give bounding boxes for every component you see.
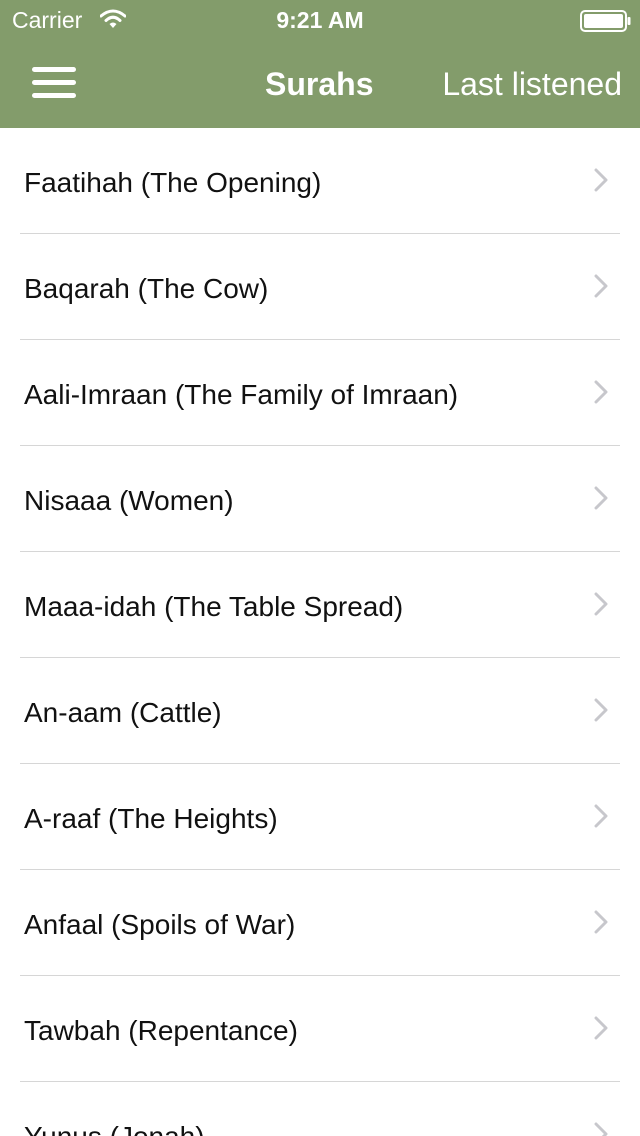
chevron-right-icon: [594, 804, 608, 828]
surah-name: Aali-Imraan (The Family of Imraan): [24, 379, 459, 410]
page-title: Surahs: [265, 66, 374, 102]
surah-row[interactable]: Aali-Imraan (The Family of Imraan): [0, 340, 640, 446]
surah-name: A-raaf (The Heights): [24, 803, 278, 834]
hamburger-menu-icon: [32, 67, 76, 98]
surah-row[interactable]: Baqarah (The Cow): [0, 234, 640, 340]
surah-list: Faatihah (The Opening) Baqarah (The Cow)…: [0, 128, 640, 1136]
battery-icon: [580, 10, 631, 32]
surah-name: Tawbah (Repentance): [24, 1015, 298, 1046]
status-bar: Carrier 9:21 AM: [0, 0, 640, 40]
surah-name: Anfaal (Spoils of War): [24, 909, 296, 940]
surah-row[interactable]: A-raaf (The Heights): [0, 764, 640, 870]
chevron-right-icon: [594, 1016, 608, 1040]
chevron-right-icon: [594, 1122, 608, 1136]
surahs-screen: Carrier 9:21 AM Surahs Last listened Faa…: [0, 0, 640, 1136]
chevron-right-icon: [594, 910, 608, 934]
top-bar: Carrier 9:21 AM Surahs Last listened: [0, 0, 640, 128]
chevron-right-icon: [594, 274, 608, 298]
chevron-right-icon: [594, 698, 608, 722]
surah-row[interactable]: Yunus (Jonah): [0, 1082, 640, 1136]
surah-name: Nisaaa (Women): [24, 485, 234, 516]
last-listened-button[interactable]: Last listened: [442, 64, 622, 104]
surah-name: Maaa-idah (The Table Spread): [24, 591, 404, 622]
surah-name: Yunus (Jonah): [24, 1120, 205, 1136]
chevron-right-icon: [594, 486, 608, 510]
chevron-right-icon: [594, 168, 608, 192]
status-time: 9:21 AM: [276, 7, 364, 33]
surah-name: Baqarah (The Cow): [24, 273, 269, 304]
surah-row[interactable]: Nisaaa (Women): [0, 446, 640, 552]
surah-row[interactable]: Tawbah (Repentance): [0, 976, 640, 1082]
surah-name: Faatihah (The Opening): [24, 167, 322, 198]
surah-row[interactable]: An-aam (Cattle): [0, 658, 640, 764]
chevron-right-icon: [594, 592, 608, 616]
surah-row[interactable]: Maaa-idah (The Table Spread): [0, 552, 640, 658]
surah-row[interactable]: Faatihah (The Opening): [0, 128, 640, 234]
chevron-right-icon: [594, 380, 608, 404]
surah-name: An-aam (Cattle): [24, 697, 222, 728]
surah-row[interactable]: Anfaal (Spoils of War): [0, 870, 640, 976]
menu-button[interactable]: [22, 58, 86, 108]
